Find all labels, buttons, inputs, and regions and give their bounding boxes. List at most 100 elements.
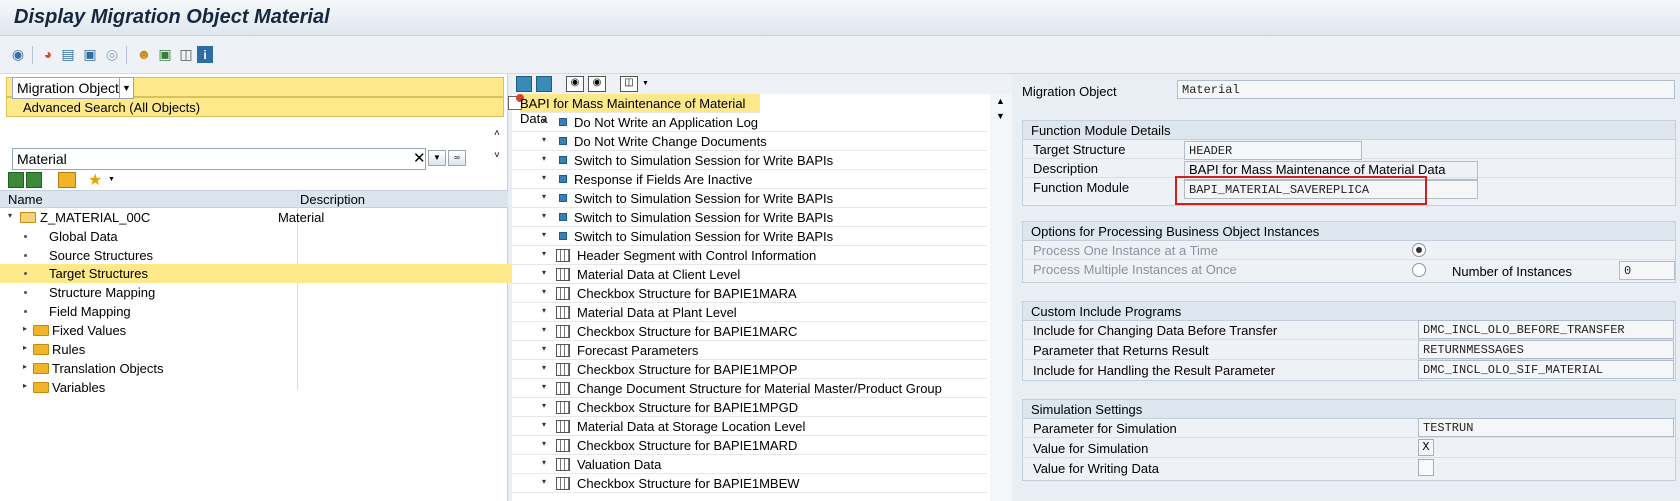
bullet-icon [24,291,27,294]
structure-item[interactable]: ▾ Response if Fields Are Inactive [512,170,987,189]
structure-item[interactable]: ▾ Switch to Simulation Session for Write … [512,208,987,227]
tree-item-global-data[interactable]: Global Data [0,227,508,246]
structure-item[interactable]: ▾ Switch to Simulation Session for Write … [512,227,987,246]
expand-arrow-icon[interactable]: ▸ [23,343,27,352]
structure-item[interactable]: ▾ Do Not Write an Application Log [512,113,987,132]
expand-all-icon[interactable] [516,76,532,92]
scroll-down-icon[interactable]: ▼ [996,111,1005,121]
expand-arrow-icon[interactable]: ▾ [8,211,12,220]
bullet-arrow-icon[interactable]: ▾ [542,306,546,315]
bullet-arrow-icon[interactable]: ▾ [542,477,546,486]
scroll-up-icon[interactable]: ▲ [996,96,1005,106]
find-next-icon[interactable]: ◉ [588,76,606,92]
color-circle-icon[interactable]: ◕ [38,44,58,64]
chevron-down-icon[interactable]: ▼ [119,78,133,98]
bullet-arrow-icon[interactable]: ▾ [542,154,546,163]
collapse-icon[interactable] [26,172,42,188]
number-of-instances-field[interactable]: 0 [1619,261,1675,280]
scroll-down-icon[interactable]: ˅ [494,150,500,161]
dropdown-button[interactable]: ▼ [428,150,446,166]
tree-item-translation-objects[interactable]: ▸ Translation Objects [0,359,508,378]
clear-icon[interactable]: ✕ [413,149,426,167]
tree-item-variables[interactable]: ▸ Variables [0,378,508,397]
structure-item[interactable]: ▾ Checkbox Structure for BAPIE1MARC [512,322,987,341]
person-icon[interactable]: ☻ [134,44,154,64]
expand-arrow-icon[interactable]: ▸ [23,381,27,390]
structure-item[interactable]: ▾ Forecast Parameters [512,341,987,360]
bullet-arrow-icon[interactable]: ▾ [542,382,546,391]
layout-icon[interactable]: ◫ [620,76,638,92]
structure-item[interactable]: ▾ Material Data at Storage Location Level [512,417,987,436]
search-input[interactable]: Material [12,148,426,170]
hierarchy-folder-icon[interactable] [58,172,76,188]
bullet-arrow-icon[interactable]: ▾ [542,116,546,125]
structure-item[interactable]: ▾ Header Segment with Control Information [512,246,987,265]
advanced-search-button[interactable]: Advanced Search (All Objects) [6,97,504,117]
tree-item-migration-object[interactable]: ▾ Z_MATERIAL_00C Material [0,208,508,227]
expand-arrow-icon[interactable]: ▸ [23,362,27,371]
structure-item[interactable]: ▾ Switch to Simulation Session for Write … [512,151,987,170]
structure-item[interactable]: ▾ Checkbox Structure for BAPIE1MARA [512,284,987,303]
document-icon[interactable]: ▤ [58,44,78,64]
structure-root-item[interactable]: ▾BAPI for Mass Maintenance of Material D… [508,94,760,126]
spiral-icon[interactable]: ◎ [102,44,122,64]
scroll-up-icon[interactable]: ˄ [494,128,500,139]
bullet-arrow-icon[interactable]: ▾ [542,211,546,220]
bullet-arrow-icon[interactable]: ▾ [542,439,546,448]
bullet-arrow-icon[interactable]: ▾ [542,268,546,277]
tree-item-target-structures[interactable]: Target Structures [0,264,535,283]
structure-item[interactable]: ▾ Checkbox Structure for BAPIE1MPOP [512,360,987,379]
structure-tree-toolbar: ◉ ◉ ◫ ▼ [512,74,1012,94]
chevron-down-icon[interactable]: ▼ [642,80,649,87]
favorites-star-icon[interactable]: ★ [88,170,102,190]
bullet-arrow-icon[interactable]: ▾ [542,192,546,201]
bullet-arrow-icon[interactable]: ▾ [542,401,546,410]
bullet-arrow-icon[interactable]: ▾ [542,363,546,372]
object-type-select[interactable]: Migration Object ▼ [12,77,134,99]
structure-item[interactable]: ▾ Material Data at Plant Level [512,303,987,322]
structure-item[interactable]: ▾ Checkbox Structure for BAPIE1MPGD [512,398,987,417]
structure-item[interactable]: ▾ Valuation Data [512,455,987,474]
window-title: Display Migration Object Material [14,6,330,28]
tree-item-rules[interactable]: ▸ Rules [0,340,508,359]
table-structure-icon [556,268,570,281]
migration-object-field: Material [1177,80,1675,99]
value-write-row: Value for Writing Data [1033,461,1159,476]
bullet-arrow-icon[interactable]: ▾ [542,458,546,467]
include-result-field: DMC_INCL_OLO_SIF_MATERIAL [1418,360,1674,379]
bullet-arrow-icon[interactable]: ▾ [542,344,546,353]
bullet-arrow-icon[interactable]: ▾ [542,173,546,182]
hierarchy-icon[interactable]: ▣ [155,44,175,64]
glasses-icon[interactable]: ◉ [8,44,28,64]
tree-item-fixed-values[interactable]: ▸ Fixed Values [0,321,508,340]
structure-item[interactable]: ▾ Do Not Write Change Documents [512,132,987,151]
migration-object-label: Migration Object [1022,84,1117,99]
search-options-button[interactable]: ∞ [448,150,466,166]
bullet-arrow-icon[interactable]: ▾ [542,249,546,258]
info-icon[interactable]: i [197,46,213,63]
tree-item-source-structures[interactable]: Source Structures [0,246,508,265]
structure-item[interactable]: ▾ Checkbox Structure for BAPIE1MBEW [512,474,987,493]
structure-item[interactable]: ▾ Material Data at Client Level [512,265,987,284]
find-icon[interactable]: ◉ [566,76,584,92]
structure-item[interactable]: ▾ Change Document Structure for Material … [512,379,987,398]
tree-item-field-mapping[interactable]: Field Mapping [0,302,508,321]
bullet-arrow-icon[interactable]: ▾ [542,287,546,296]
one-instance-radio[interactable] [1412,243,1426,257]
bullet-arrow-icon[interactable]: ▾ [542,230,546,239]
chevron-down-icon[interactable]: ▼ [108,176,115,183]
bullet-arrow-icon[interactable]: ▾ [542,135,546,144]
column-name-header: Name [8,192,43,207]
table-icon[interactable]: ◫ [176,44,196,64]
bullet-arrow-icon[interactable]: ▾ [542,325,546,334]
bullet-arrow-icon[interactable]: ▾ [542,420,546,429]
screen-icon[interactable]: ▣ [80,44,100,64]
collapse-all-icon[interactable] [536,76,552,92]
vertical-scrollbar[interactable]: ▲ ▼ [990,94,1012,501]
expand-icon[interactable] [8,172,24,188]
tree-item-structure-mapping[interactable]: Structure Mapping [0,283,508,302]
expand-arrow-icon[interactable]: ▸ [23,324,27,333]
structure-item[interactable]: ▾ Checkbox Structure for BAPIE1MARD [512,436,987,455]
multi-instance-radio[interactable] [1412,263,1426,277]
structure-item[interactable]: ▾ Switch to Simulation Session for Write … [512,189,987,208]
